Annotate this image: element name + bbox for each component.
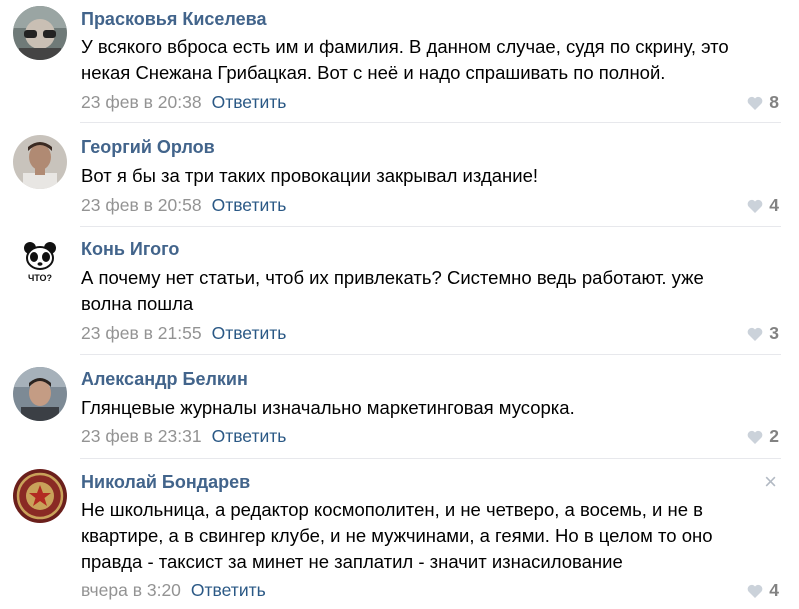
comment: ЧТО? Конь Игого А почему нет статьи, что… xyxy=(0,226,799,354)
reply-button[interactable]: Ответить xyxy=(212,323,287,343)
comment-text: Глянцевые журналы изначально маркетингов… xyxy=(81,397,575,418)
author-name[interactable]: Александр Белкин xyxy=(81,369,248,390)
comment-date[interactable]: 23 фев в 23:31 xyxy=(81,426,202,446)
like-count: 2 xyxy=(769,426,779,446)
avatar[interactable] xyxy=(13,469,67,523)
close-icon[interactable]: × xyxy=(764,471,777,493)
avatar-caption: ЧТО? xyxy=(28,273,52,283)
reply-button[interactable]: Ответить xyxy=(212,92,287,112)
comment: Георгий Орлов Вот я бы за три таких пров… xyxy=(0,122,799,226)
like-button[interactable]: 3 xyxy=(747,323,779,344)
like-count: 4 xyxy=(769,580,779,600)
comment-date[interactable]: 23 фев в 21:55 xyxy=(81,323,202,343)
heart-icon xyxy=(747,328,763,342)
comment: Прасковья Киселева У всякого вброса есть… xyxy=(0,0,799,122)
heart-icon xyxy=(747,585,763,599)
heart-icon xyxy=(747,200,763,214)
avatar[interactable] xyxy=(13,367,67,421)
avatar[interactable] xyxy=(13,6,67,60)
avatar[interactable]: ЧТО? xyxy=(13,236,67,290)
comment-date[interactable]: вчера в 3:20 xyxy=(81,580,181,600)
like-button[interactable]: 4 xyxy=(747,195,779,216)
like-count: 4 xyxy=(769,195,779,215)
avatar[interactable] xyxy=(13,135,67,189)
comment: Александр Белкин Глянцевые журналы изнач… xyxy=(0,354,799,458)
heart-icon xyxy=(747,97,763,111)
comment-text: У всякого вброса есть им и фамилия. В да… xyxy=(81,36,729,83)
heart-icon xyxy=(747,431,763,445)
like-count: 8 xyxy=(769,92,779,112)
comment-text: Вот я бы за три таких провокации закрыва… xyxy=(81,165,539,186)
author-name[interactable]: Георгий Орлов xyxy=(81,137,215,158)
like-button[interactable]: 4 xyxy=(747,580,779,601)
reply-button[interactable]: Ответить xyxy=(191,580,266,600)
comment-text: Не школьница, а редактор космополитен, и… xyxy=(81,499,713,572)
comment: Николай Бондарев × Не школьница, а редак… xyxy=(0,458,799,609)
author-name[interactable]: Конь Игого xyxy=(81,239,179,260)
like-button[interactable]: 8 xyxy=(747,92,779,113)
like-button[interactable]: 2 xyxy=(747,426,779,447)
like-count: 3 xyxy=(769,323,779,343)
reply-button[interactable]: Ответить xyxy=(212,426,287,446)
comment-date[interactable]: 23 фев в 20:38 xyxy=(81,92,202,112)
author-name[interactable]: Прасковья Киселева xyxy=(81,9,266,30)
reply-button[interactable]: Ответить xyxy=(212,195,287,215)
comment-date[interactable]: 23 фев в 20:58 xyxy=(81,195,202,215)
comment-text: А почему нет статьи, чтоб их привлекать?… xyxy=(81,267,704,314)
author-name[interactable]: Николай Бондарев xyxy=(81,472,250,493)
